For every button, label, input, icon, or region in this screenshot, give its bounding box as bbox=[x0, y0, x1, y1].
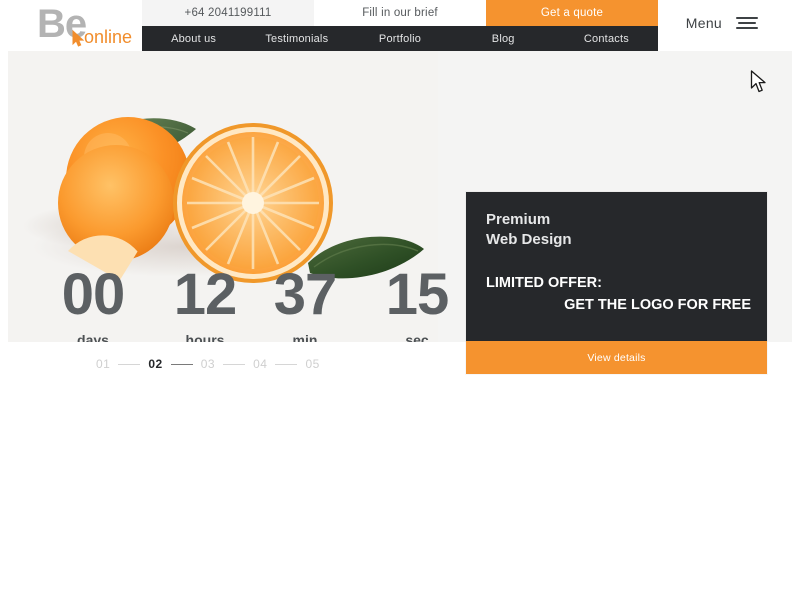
pager-dash bbox=[275, 363, 298, 365]
promo-offer-line1: LIMITED OFFER: bbox=[486, 275, 602, 291]
nav-item-blog[interactable]: Blog bbox=[452, 26, 555, 52]
countdown-hours-value: 12 bbox=[173, 262, 238, 327]
countdown-days: 00 days bbox=[38, 262, 148, 343]
countdown-days-value: 00 bbox=[61, 262, 126, 327]
pager-dash bbox=[170, 363, 193, 365]
pager-item-04[interactable]: 04 bbox=[253, 357, 267, 371]
promo-offer-line2: GET THE LOGO FOR FREE bbox=[564, 297, 751, 313]
main-navigation: About us Testimonials Portfolio Blog Con… bbox=[142, 26, 658, 52]
logo-secondary-text: online bbox=[84, 27, 133, 47]
countdown-sec-value: 15 bbox=[385, 262, 450, 327]
page-root: Be online +64 2041199111 Fill in our bri… bbox=[0, 0, 800, 600]
promo-card: Premium Web Design LIMITED OFFER: GET TH… bbox=[466, 192, 767, 374]
intro-section: B BeOnline is bbox=[0, 470, 800, 600]
countdown-days-label: days bbox=[77, 332, 109, 342]
menu-toggle[interactable]: Menu bbox=[686, 15, 758, 31]
pager-dash bbox=[118, 363, 141, 365]
mouse-cursor-icon bbox=[750, 70, 768, 94]
pager-item-05[interactable]: 05 bbox=[305, 357, 319, 371]
site-logo[interactable]: Be online bbox=[34, 4, 144, 49]
nav-item-portfolio[interactable]: Portfolio bbox=[348, 26, 451, 52]
promo-kicker-line2: Web Design bbox=[486, 231, 572, 248]
phone-number[interactable]: +64 2041199111 bbox=[142, 0, 314, 26]
countdown-hours-label: hours bbox=[185, 332, 225, 342]
countdown-timer: 00 days 12 hours 37 min 15 sec bbox=[16, 262, 456, 343]
get-quote-button[interactable]: Get a quote bbox=[486, 0, 658, 26]
hamburger-icon[interactable] bbox=[736, 17, 758, 29]
countdown-hours: 12 hours bbox=[150, 262, 260, 343]
view-details-button[interactable]: View details bbox=[466, 341, 767, 374]
top-contact-bar: +64 2041199111 Fill in our brief Get a q… bbox=[142, 0, 658, 26]
pager-item-03[interactable]: 03 bbox=[201, 357, 215, 371]
promo-kicker: Premium Web Design bbox=[486, 210, 572, 250]
promo-kicker-line1: Premium bbox=[486, 211, 551, 228]
pager-item-02[interactable]: 02 bbox=[148, 357, 162, 371]
countdown-sec-label: sec bbox=[405, 332, 429, 342]
nav-item-contacts[interactable]: Contacts bbox=[555, 26, 658, 52]
promo-offer: LIMITED OFFER: GET THE LOGO FOR FREE bbox=[486, 272, 751, 316]
countdown-min-label: min bbox=[292, 332, 318, 342]
pager-dash bbox=[223, 363, 246, 365]
pager-item-01[interactable]: 01 bbox=[96, 357, 110, 371]
promo-card-body: Premium Web Design LIMITED OFFER: GET TH… bbox=[466, 192, 767, 341]
fill-brief-button[interactable]: Fill in our brief bbox=[314, 0, 486, 26]
countdown-sec: 15 sec bbox=[362, 262, 472, 343]
slider-pagination: 01 02 03 04 05 bbox=[96, 357, 320, 371]
menu-label: Menu bbox=[685, 15, 722, 31]
nav-item-testimonials[interactable]: Testimonials bbox=[245, 26, 348, 52]
nav-item-about-us[interactable]: About us bbox=[142, 26, 245, 52]
countdown-min-value: 37 bbox=[273, 262, 338, 327]
countdown-min: 37 min bbox=[250, 262, 360, 343]
